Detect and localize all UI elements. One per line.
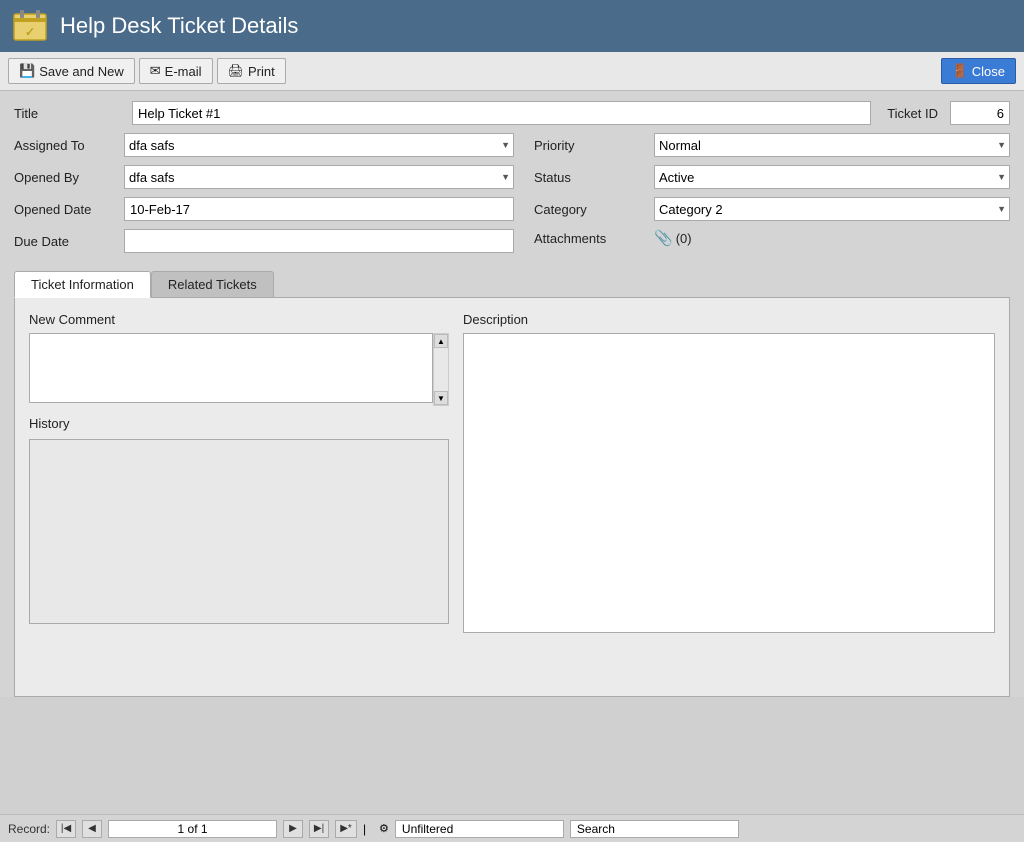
opened-by-row: Opened By dfa safs [14, 165, 514, 189]
due-date-input[interactable] [124, 229, 514, 253]
status-label: Status [534, 170, 654, 185]
nav-prev-btn[interactable]: ◀ [82, 820, 102, 838]
history-label: History [29, 416, 449, 431]
ticket-id-input [950, 101, 1010, 125]
due-date-label: Due Date [14, 234, 124, 249]
tab-inner-grid: New Comment ▲ ▼ History Description [29, 312, 995, 636]
toolbar-right: 🚪 Close [941, 58, 1016, 84]
save-and-new-label: Save and New [39, 64, 124, 79]
attachments-count: (0) [676, 231, 692, 246]
description-textarea[interactable] [463, 333, 995, 633]
opened-date-value [124, 197, 514, 221]
email-button[interactable]: ✉ E-mail [139, 58, 213, 84]
email-label: E-mail [165, 64, 202, 79]
print-label: Print [248, 64, 275, 79]
scroll-down-btn[interactable]: ▼ [434, 391, 448, 405]
form-area: Title Ticket ID Assigned To dfa safs Ope… [0, 91, 1024, 271]
tab-ticket-information[interactable]: Ticket Information [14, 271, 151, 298]
title-row: Title Ticket ID [14, 101, 1010, 125]
nav-new-btn[interactable]: ▶* [335, 820, 357, 838]
new-comment-textarea[interactable] [29, 333, 433, 403]
record-info[interactable] [108, 820, 277, 838]
category-label: Category [534, 202, 654, 217]
ticket-id-label: Ticket ID [887, 106, 944, 121]
tab-related-tickets[interactable]: Related Tickets [151, 271, 274, 297]
opened-by-select[interactable]: dfa safs [124, 165, 514, 189]
priority-wrapper: Normal High Low [654, 133, 1010, 157]
new-comment-label: New Comment [29, 312, 449, 327]
nav-last-btn[interactable]: ▶| [309, 820, 329, 838]
title-input[interactable] [132, 101, 871, 125]
nav-first-btn[interactable]: |◀ [56, 820, 76, 838]
tabs-container: Ticket Information Related Tickets New C… [0, 271, 1024, 697]
save-icon: 💾 [19, 63, 35, 79]
left-tab-section: New Comment ▲ ▼ History [29, 312, 449, 636]
attachments-label: Attachments [534, 231, 654, 246]
priority-label: Priority [534, 138, 654, 153]
description-label: Description [463, 312, 995, 327]
status-select[interactable]: Active Closed Pending [654, 165, 1010, 189]
nav-next-btn[interactable]: ▶ [283, 820, 303, 838]
due-date-row: Due Date [14, 229, 514, 253]
opened-date-row: Opened Date [14, 197, 514, 221]
paperclip-icon: 📎 [654, 229, 673, 247]
history-box [29, 439, 449, 624]
close-button[interactable]: 🚪 Close [941, 58, 1016, 84]
status-row: Status Active Closed Pending [534, 165, 1010, 189]
scroll-track [434, 348, 448, 391]
attachments-value: 📎 (0) [654, 229, 692, 247]
due-date-value [124, 229, 514, 253]
status-wrapper: Active Closed Pending [654, 165, 1010, 189]
toolbar-left: 💾 Save and New ✉ E-mail 🖨 Print [8, 58, 286, 84]
assigned-to-row: Assigned To dfa safs [14, 133, 514, 157]
page-title: Help Desk Ticket Details [60, 13, 298, 39]
ticket-id-section: Ticket ID [887, 101, 1010, 125]
opened-by-label: Opened By [14, 170, 124, 185]
comment-textarea-wrap [29, 333, 433, 406]
svg-text:✓: ✓ [25, 25, 35, 39]
fields-left: Assigned To dfa safs Opened By dfa safs [14, 133, 514, 261]
search-input[interactable] [570, 820, 739, 838]
filter-input[interactable] [395, 820, 564, 838]
comment-wrapper: ▲ ▼ [29, 333, 449, 406]
opened-by-wrapper: dfa safs [124, 165, 514, 189]
comment-scrollbar[interactable]: ▲ ▼ [433, 333, 449, 406]
category-wrapper: Category 1 Category 2 Category 3 [654, 197, 1010, 221]
status-divider: | [363, 822, 373, 836]
toolbar: 💾 Save and New ✉ E-mail 🖨 Print 🚪 Close [0, 52, 1024, 91]
opened-date-input[interactable] [124, 197, 514, 221]
close-label: Close [972, 64, 1005, 79]
assigned-to-wrapper: dfa safs [124, 133, 514, 157]
priority-row: Priority Normal High Low [534, 133, 1010, 157]
print-button[interactable]: 🖨 Print [217, 58, 286, 84]
title-label: Title [14, 106, 124, 121]
filter-icon: ⚙ [379, 822, 389, 835]
right-tab-section: Description [463, 312, 995, 636]
fields-right: Priority Normal High Low Status Active C… [514, 133, 1010, 261]
record-label: Record: [8, 822, 50, 836]
scroll-up-btn[interactable]: ▲ [434, 334, 448, 348]
assigned-to-label: Assigned To [14, 138, 124, 153]
attachments-row: Attachments 📎 (0) [534, 229, 1010, 247]
opened-date-label: Opened Date [14, 202, 124, 217]
assigned-to-select[interactable]: dfa safs [124, 133, 514, 157]
priority-select[interactable]: Normal High Low [654, 133, 1010, 157]
email-icon: ✉ [150, 63, 161, 79]
app-icon: ✓ [10, 6, 50, 46]
close-icon: 🚪 [952, 63, 968, 79]
print-icon: 🖨 [228, 63, 245, 79]
status-bar: Record: |◀ ◀ ▶ ▶| ▶* | ⚙ [0, 814, 1024, 842]
fields-container: Assigned To dfa safs Opened By dfa safs [14, 133, 1010, 261]
tabs-header: Ticket Information Related Tickets [14, 271, 1010, 297]
app-header: ✓ Help Desk Ticket Details [0, 0, 1024, 52]
category-select[interactable]: Category 1 Category 2 Category 3 [654, 197, 1010, 221]
save-and-new-button[interactable]: 💾 Save and New [8, 58, 135, 84]
tab-content: New Comment ▲ ▼ History Description [14, 297, 1010, 697]
category-row: Category Category 1 Category 2 Category … [534, 197, 1010, 221]
